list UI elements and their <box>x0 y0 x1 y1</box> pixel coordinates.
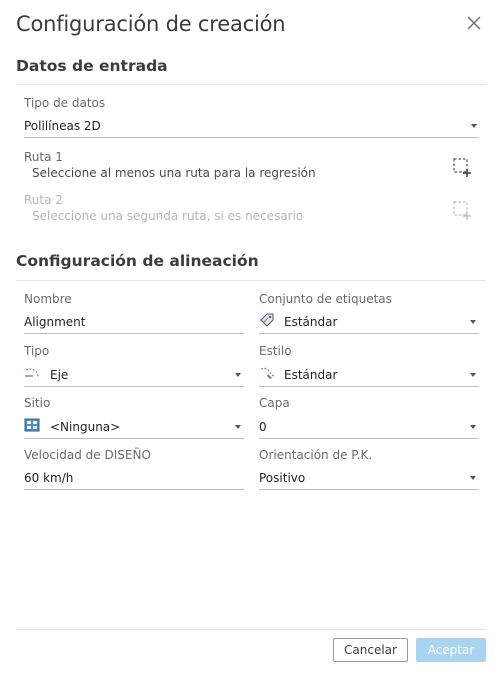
chevron-down-icon[interactable] <box>235 425 241 429</box>
site-icon <box>24 418 40 432</box>
name-input[interactable]: Alignment <box>24 315 85 329</box>
label-set-underline <box>259 333 479 334</box>
layer-label: Capa <box>259 396 290 410</box>
type-label: Tipo <box>24 344 50 358</box>
alignment-type-icon <box>25 368 39 378</box>
chevron-down-icon[interactable] <box>235 373 241 377</box>
select-objects-icon-disabled[interactable] <box>452 200 472 220</box>
site-underline <box>24 438 244 439</box>
close-icon[interactable] <box>464 13 484 33</box>
section-divider <box>16 84 486 85</box>
creation-settings-dialog: Configuración de creación Datos de entra… <box>0 0 500 678</box>
station-orientation-label: Orientación de P.K. <box>259 448 373 462</box>
station-orientation-select[interactable]: Positivo <box>259 471 305 485</box>
name-underline <box>24 333 244 334</box>
input-data-heading: Datos de entrada <box>16 57 168 75</box>
route1-label: Ruta 1 <box>24 150 63 164</box>
design-speed-label: Velocidad de DISEÑO <box>24 448 151 462</box>
select-objects-icon[interactable] <box>452 157 472 177</box>
site-label: Sitio <box>24 396 51 410</box>
chevron-down-icon[interactable] <box>470 476 476 480</box>
name-label: Nombre <box>24 292 72 306</box>
accept-button[interactable]: Aceptar <box>416 638 486 662</box>
type-underline <box>24 386 244 387</box>
section-divider <box>16 280 486 281</box>
dialog-title: Configuración de creación <box>16 12 286 36</box>
station-orientation-underline <box>259 489 479 490</box>
chevron-down-icon[interactable] <box>470 425 476 429</box>
design-speed-input[interactable]: 60 km/h <box>24 471 73 485</box>
design-speed-underline <box>24 489 244 490</box>
style-underline <box>259 386 479 387</box>
route2-label: Ruta 2 <box>24 193 63 207</box>
data-type-underline <box>24 137 479 138</box>
layer-underline <box>259 438 479 439</box>
chevron-down-icon[interactable] <box>470 320 476 324</box>
type-select[interactable]: Eje <box>50 368 68 382</box>
label-set-icon <box>260 313 274 327</box>
route2-hint: Seleccione una segunda ruta, si es neces… <box>32 209 304 223</box>
style-select[interactable]: Estándar <box>284 368 337 382</box>
data-type-select[interactable]: Polilíneas 2D <box>24 119 101 133</box>
alignment-style-icon <box>260 367 275 379</box>
layer-select[interactable]: 0 <box>259 420 267 434</box>
footer-divider <box>16 629 486 630</box>
label-set-label: Conjunto de etiquetas <box>259 292 392 306</box>
chevron-down-icon[interactable] <box>471 124 477 128</box>
style-label: Estilo <box>259 344 292 358</box>
chevron-down-icon[interactable] <box>470 373 476 377</box>
cancel-button[interactable]: Cancelar <box>333 638 408 662</box>
site-select[interactable]: <Ninguna> <box>50 420 120 434</box>
data-type-label: Tipo de datos <box>24 96 106 110</box>
alignment-settings-heading: Configuración de alineación <box>16 252 259 270</box>
label-set-select[interactable]: Estándar <box>284 315 337 329</box>
route1-hint: Seleccione al menos una ruta para la reg… <box>32 166 316 180</box>
